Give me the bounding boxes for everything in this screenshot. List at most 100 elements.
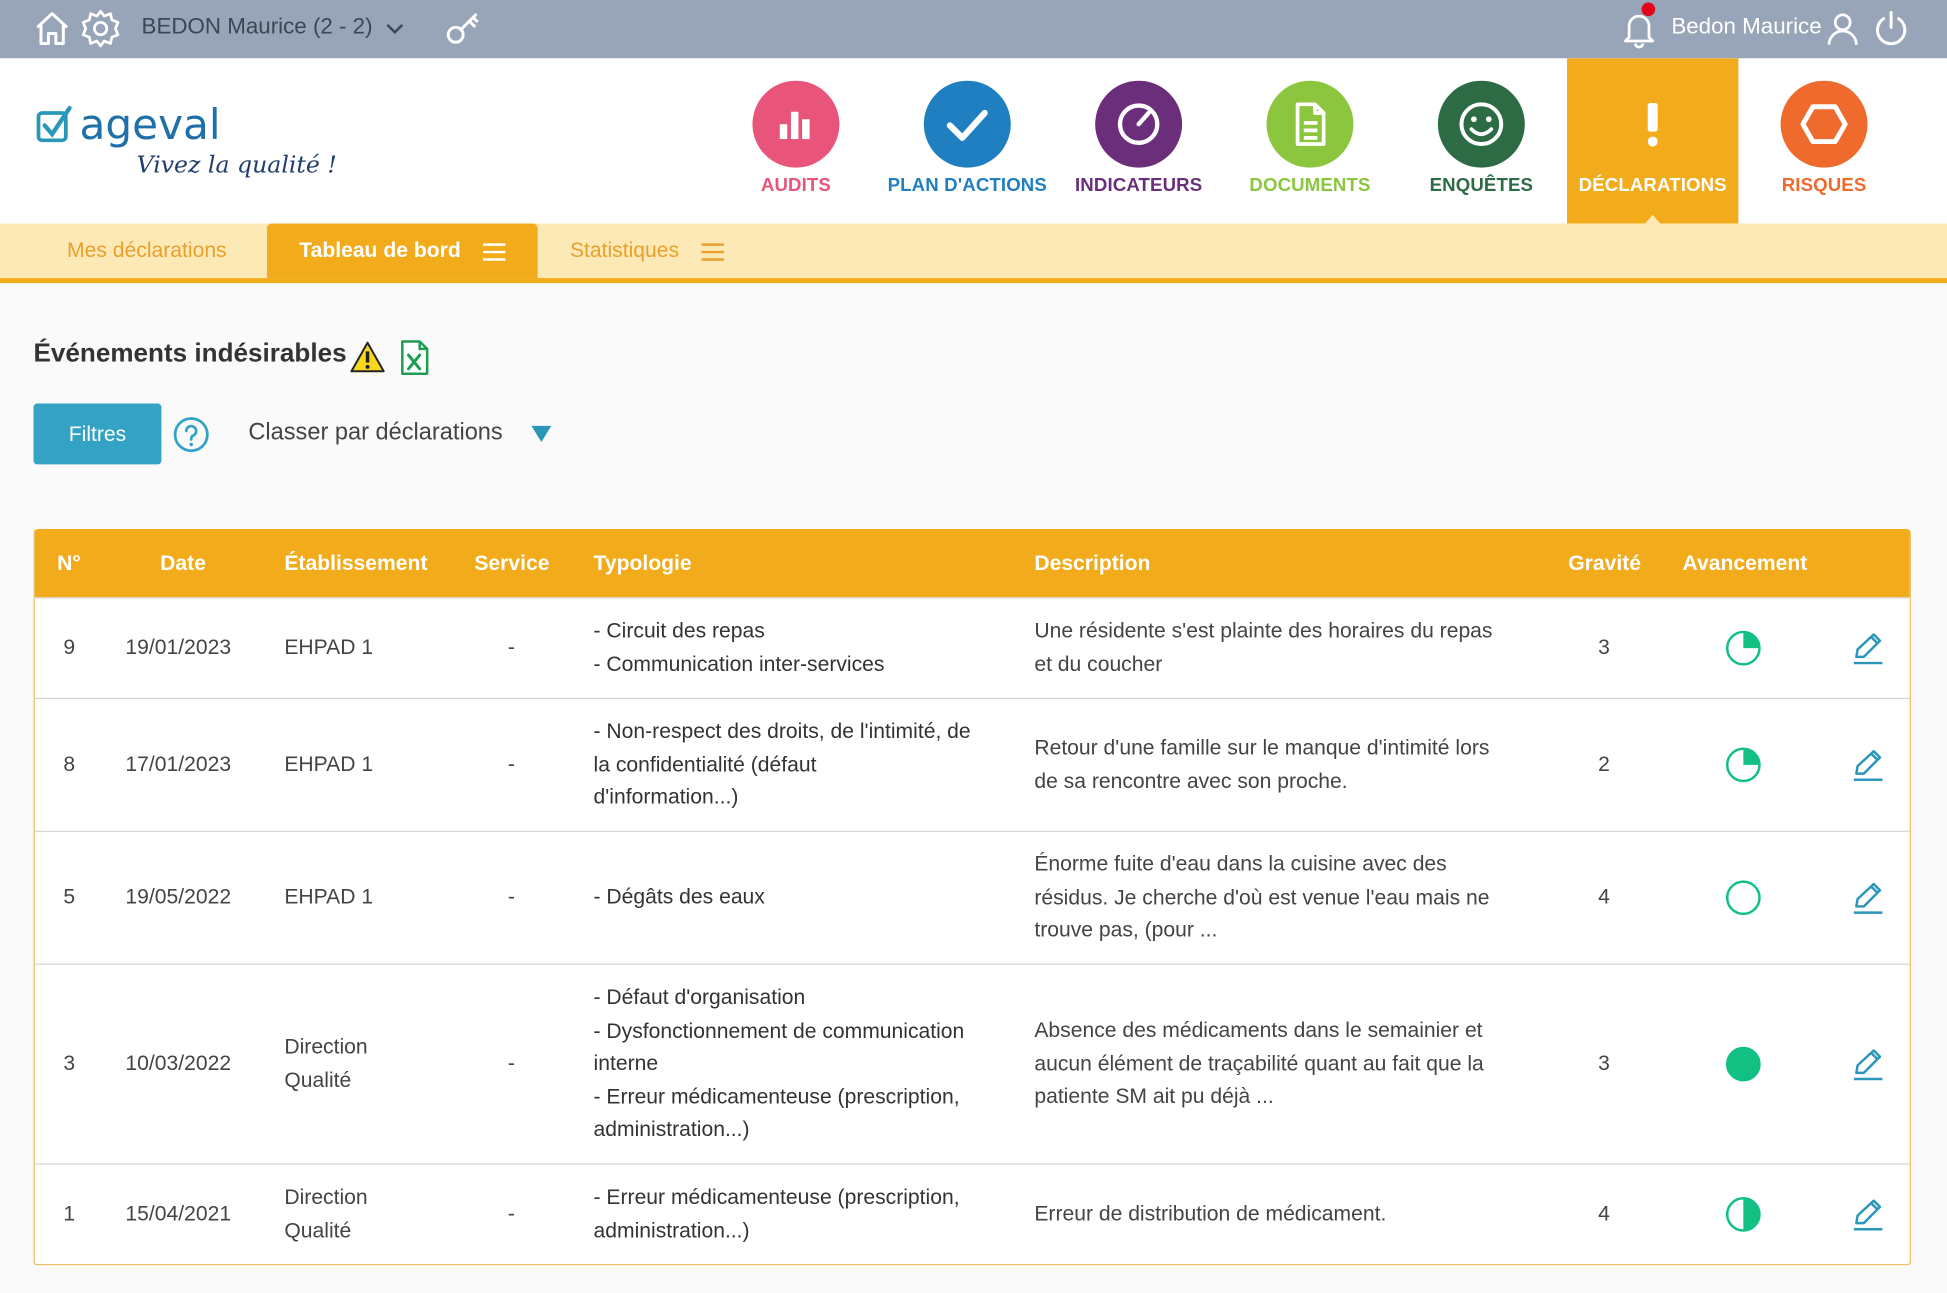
document-icon bbox=[1295, 102, 1326, 146]
filters-button[interactable]: Filtres bbox=[33, 403, 162, 465]
col-header-gravite[interactable]: Gravité bbox=[1568, 551, 1641, 576]
edit-pencil-icon[interactable] bbox=[1850, 748, 1885, 783]
module-icon-circle bbox=[752, 80, 840, 168]
col-header-etablissement[interactable]: Établissement bbox=[284, 551, 427, 576]
cell-description: Absence des médicaments dans le semainie… bbox=[1034, 1015, 1483, 1114]
site-selector[interactable]: BEDON Maurice (2 - 2) bbox=[142, 14, 373, 40]
cell-typologie-line: - Communication inter-services bbox=[593, 651, 885, 676]
hexagon-icon bbox=[1800, 104, 1848, 145]
check-icon bbox=[946, 109, 988, 141]
cell-description-line: Une résidente s'est plainte des horaires… bbox=[1034, 618, 1493, 643]
home-icon[interactable] bbox=[31, 7, 73, 49]
logo-tagline: Vivez la qualité ! bbox=[137, 151, 337, 179]
menu-icon[interactable] bbox=[482, 242, 507, 262]
gauge-icon bbox=[1117, 103, 1160, 145]
module-indicateurs[interactable]: INDICATEURS bbox=[1053, 58, 1224, 223]
module-label: AUDITS bbox=[760, 175, 831, 197]
cell-service: - bbox=[507, 1201, 515, 1226]
excel-export-icon[interactable] bbox=[400, 339, 430, 376]
progress-pie-icon bbox=[1725, 747, 1761, 783]
module-label: PLAN D'ACTIONS bbox=[887, 175, 1047, 197]
power-icon[interactable] bbox=[1870, 7, 1912, 49]
module-label: RISQUES bbox=[1781, 175, 1867, 197]
module-risques[interactable]: RISQUES bbox=[1738, 58, 1909, 223]
module-audits[interactable]: AUDITS bbox=[710, 58, 881, 223]
user-icon[interactable] bbox=[1822, 7, 1864, 49]
module-documents[interactable]: DOCUMENTS bbox=[1224, 58, 1395, 223]
tab-statistiques[interactable]: Statistiques bbox=[570, 224, 725, 279]
module-icon-circle bbox=[1780, 80, 1868, 168]
cell-typologie-line: - Circuit des repas bbox=[593, 618, 765, 643]
tab-mes-declarations[interactable]: Mes déclarations bbox=[67, 224, 227, 279]
module-enquetes[interactable]: ENQUÊTES bbox=[1396, 58, 1567, 223]
col-header-date[interactable]: Date bbox=[160, 551, 206, 576]
edit-pencil-icon[interactable] bbox=[1850, 1197, 1885, 1232]
warning-icon bbox=[350, 341, 385, 373]
cell-typologie: - Défaut d'organisation - Dysfonctionneme… bbox=[594, 982, 965, 1147]
cell-description-line: Erreur de distribution de médicament. bbox=[1034, 1201, 1387, 1226]
table-row[interactable]: 3 10/03/2022 Direction Qualité - - Défaut d'o… bbox=[34, 963, 1910, 1164]
cell-etablissement-line: Qualité bbox=[284, 1218, 352, 1242]
cell-date: 10/03/2022 bbox=[125, 1051, 232, 1076]
cell-typologie-line: d'information...) bbox=[593, 785, 739, 809]
gear-icon[interactable] bbox=[79, 7, 121, 49]
bar-chart-icon bbox=[779, 111, 810, 140]
edit-pencil-icon[interactable] bbox=[1850, 631, 1885, 666]
header: ageval Vivez la qualité ! AUDITS PLAN D'… bbox=[0, 58, 1947, 225]
user-name[interactable]: Bedon Maurice bbox=[1671, 14, 1821, 40]
col-header-description[interactable]: Description bbox=[1034, 551, 1150, 576]
cell-description-line: résidus. Je cherche d'où est venue l'eau… bbox=[1034, 885, 1490, 909]
cell-typologie-line: - Erreur médicamenteuse (prescription, bbox=[593, 1084, 960, 1108]
col-header-service[interactable]: Service bbox=[474, 551, 549, 576]
chevron-down-icon[interactable] bbox=[379, 12, 411, 44]
cell-etablissement: EHPAD 1 bbox=[284, 632, 373, 665]
events-table: N° Date Établissement Service Typologie … bbox=[33, 528, 1911, 1266]
cell-description-line: aucun élément de traçabilité quant au fa… bbox=[1034, 1051, 1484, 1076]
key-icon[interactable] bbox=[442, 7, 484, 49]
menu-icon[interactable] bbox=[700, 242, 725, 262]
cell-description-line: Retour d'une famille sur le manque d'int… bbox=[1034, 735, 1490, 760]
module-declarations[interactable]: DÉCLARATIONS bbox=[1567, 58, 1739, 225]
module-plan-actions[interactable]: PLAN D'ACTIONS bbox=[882, 58, 1053, 223]
sort-dropdown-arrow-icon[interactable] bbox=[531, 425, 552, 443]
cell-num: 5 bbox=[63, 885, 76, 909]
col-header-num[interactable]: N° bbox=[57, 551, 81, 576]
ageval-logo[interactable]: ageval Vivez la qualité ! bbox=[35, 96, 358, 208]
cell-etablissement: EHPAD 1 bbox=[284, 881, 373, 914]
progress-pie-icon bbox=[1725, 880, 1761, 916]
edit-pencil-icon[interactable] bbox=[1850, 880, 1885, 915]
module-label: DOCUMENTS bbox=[1249, 175, 1371, 197]
cell-date: 19/05/2022 bbox=[125, 885, 232, 909]
cell-typologie-line: administration...) bbox=[593, 1117, 750, 1141]
edit-pencil-icon[interactable] bbox=[1850, 1047, 1885, 1082]
bell-icon[interactable] bbox=[1618, 7, 1660, 49]
cell-typologie-line: interne bbox=[593, 1051, 659, 1076]
cell-typologie: - Non-respect des droits, de l'intimité,… bbox=[594, 716, 971, 815]
cell-service: - bbox=[507, 752, 515, 776]
help-icon[interactable] bbox=[173, 416, 210, 453]
sort-selector[interactable]: Classer par déclarations bbox=[248, 420, 502, 447]
cell-service: - bbox=[507, 885, 515, 909]
exclamation-icon bbox=[1647, 103, 1658, 147]
cell-description: Une résidente s'est plainte des horaires… bbox=[1034, 615, 1492, 681]
table-row[interactable]: 8 17/01/2023 EHPAD 1 - - Non-respect des dro… bbox=[34, 697, 1910, 831]
smiley-icon bbox=[1459, 102, 1504, 147]
tab-tableau-de-bord[interactable]: Tableau de bord bbox=[266, 223, 538, 279]
cell-typologie: - Circuit des repas - Communication inter… bbox=[594, 615, 885, 681]
table-row[interactable]: 1 15/04/2021 Direction Qualité - - Erreur méd… bbox=[34, 1163, 1910, 1264]
table-row[interactable]: 9 19/01/2023 EHPAD 1-- Circuit des repas - … bbox=[34, 597, 1910, 698]
cell-typologie: - Erreur médicamenteuse (prescription, ad… bbox=[594, 1181, 960, 1247]
cell-description-line: Absence des médicaments dans le semainie… bbox=[1034, 1018, 1483, 1043]
cell-etablissement-line: EHPAD 1 bbox=[284, 752, 374, 776]
cell-typologie-line: - Erreur médicamenteuse (prescription, bbox=[593, 1185, 960, 1209]
table-row[interactable]: 5 19/05/2022 EHPAD 1 - - Dégâts des eaux Énor… bbox=[34, 830, 1910, 964]
module-icon-circle bbox=[1266, 80, 1354, 168]
cell-gravite: 4 bbox=[1598, 1201, 1610, 1226]
col-header-avancement[interactable]: Avancement bbox=[1683, 551, 1808, 576]
cell-description: Retour d'une famille sur le manque d'int… bbox=[1034, 732, 1489, 798]
cell-typologie-line: administration...) bbox=[593, 1218, 750, 1242]
cell-num: 9 bbox=[63, 635, 76, 660]
logo-brand: ageval bbox=[79, 100, 220, 149]
col-header-typologie[interactable]: Typologie bbox=[594, 551, 692, 576]
progress-pie-icon bbox=[1725, 630, 1761, 666]
